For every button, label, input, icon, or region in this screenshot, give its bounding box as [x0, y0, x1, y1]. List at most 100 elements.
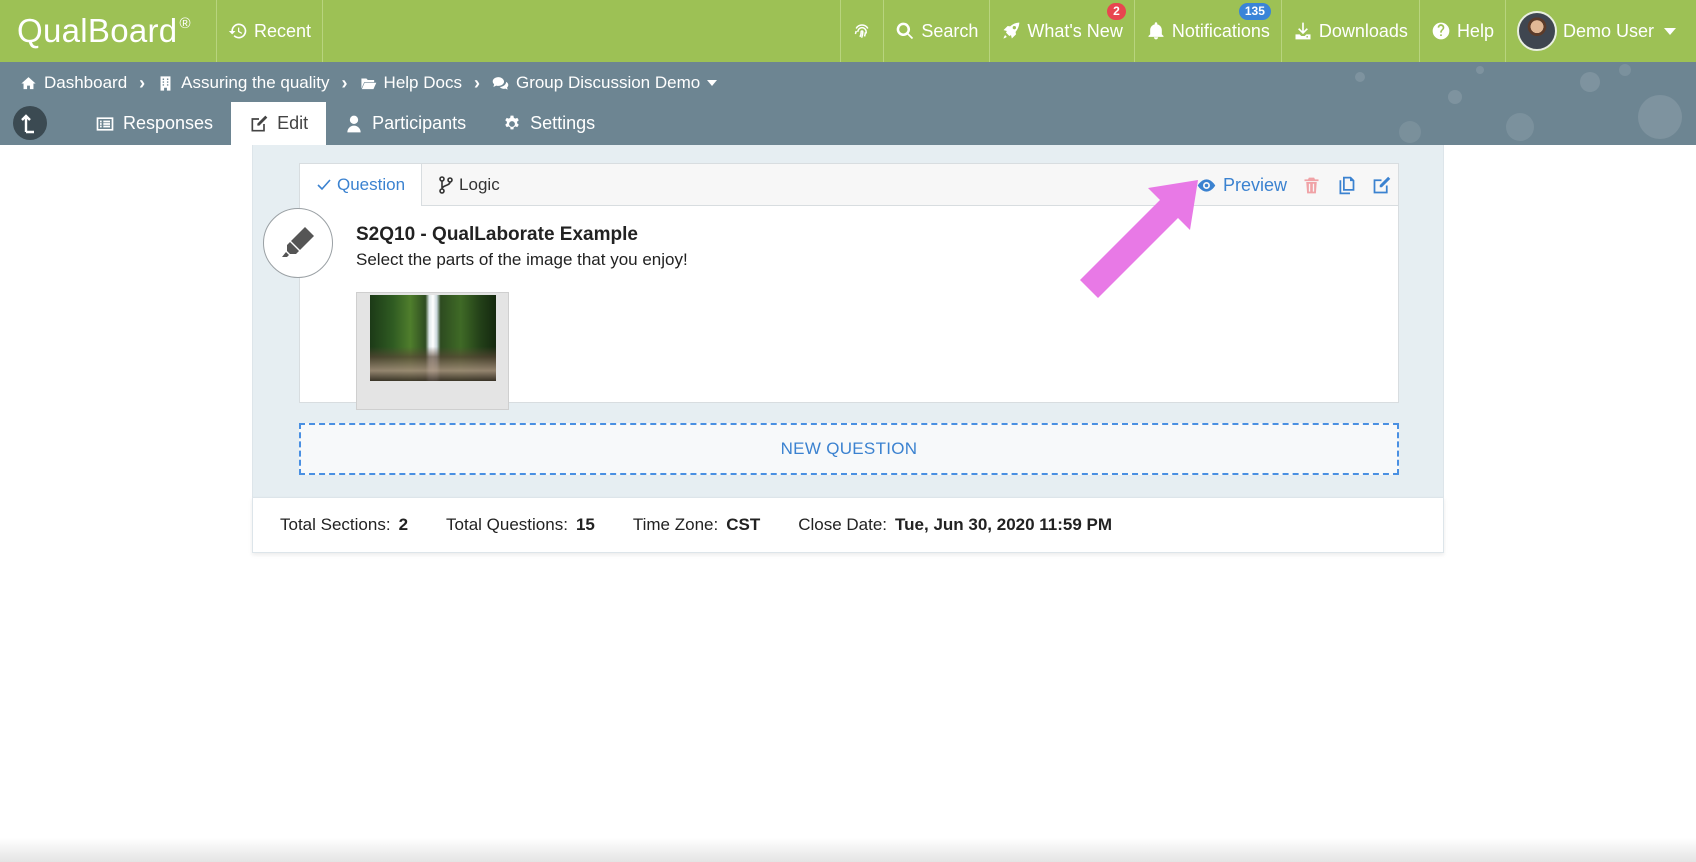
stat-label: Time Zone: [632, 515, 719, 534]
question-circle-icon [1431, 21, 1451, 41]
topbar-spacer [323, 0, 842, 62]
secondary-navbar: Dashboard › Assuring the quality › Help … [0, 62, 1696, 145]
downloads-label: Downloads [1318, 20, 1408, 41]
highlighter-icon [282, 227, 314, 257]
stat-sections: Total Sections: 2 [280, 515, 408, 535]
user-name: Demo User [1562, 20, 1654, 41]
question-actions: Preview [1196, 164, 1392, 206]
search-icon [895, 21, 915, 41]
home-icon [21, 76, 36, 89]
tab-label: Responses [123, 113, 214, 133]
trash-icon [1304, 177, 1319, 193]
history-icon [228, 21, 248, 41]
building-icon [160, 75, 171, 91]
brand-name: QualBoard [17, 12, 178, 49]
breadcrumb-label: Assuring the quality [181, 73, 330, 92]
notifications-badge: 135 [1238, 3, 1271, 20]
question-card: Question Logic Preview S2Q10 - QualLabor… [299, 163, 1399, 410]
waterfall-thumbnail [370, 295, 496, 381]
tab-label: Question [337, 175, 406, 194]
recent-button[interactable]: Recent [217, 0, 324, 62]
breadcrumb-label: Dashboard [44, 73, 128, 92]
caret-down-icon [707, 80, 718, 86]
preview-button[interactable]: Preview [1196, 175, 1287, 196]
folder-open-icon [360, 78, 376, 89]
whats-new-button[interactable]: What's New 2 [990, 0, 1135, 62]
stat-value: 15 [575, 515, 595, 534]
tab-edit[interactable]: Edit [231, 102, 327, 145]
stat-questions: Total Questions: 15 [446, 515, 595, 535]
whats-new-label: What's New [1027, 20, 1123, 41]
breadcrumb-label: Help Docs [383, 73, 462, 92]
fingerprint-button[interactable] [841, 0, 885, 62]
chevron-right-icon: › [139, 72, 146, 93]
section-tabs: Responses Edit Participants Settings [0, 102, 613, 145]
edit-question-button[interactable] [1371, 175, 1392, 196]
highlighter-question-type-icon [263, 208, 333, 278]
copy-button[interactable] [1336, 175, 1357, 196]
tab-logic[interactable]: Logic [422, 164, 516, 205]
search-button[interactable]: Search [884, 0, 991, 62]
delete-button[interactable] [1301, 175, 1322, 196]
question-image[interactable] [356, 292, 509, 410]
breadcrumb-folder[interactable]: Help Docs [360, 73, 462, 93]
bell-icon [1146, 21, 1166, 41]
list-alt-icon [96, 116, 114, 131]
breadcrumb-organization[interactable]: Assuring the quality [157, 73, 330, 93]
stat-label: Close Date: [798, 515, 888, 534]
whats-new-badge: 2 [1107, 3, 1126, 20]
top-navbar: QualBoard ® Recent Search What's New 2 No… [0, 0, 1696, 62]
edit-icon [1373, 176, 1391, 193]
breadcrumb-label: Group Discussion Demo [515, 73, 701, 92]
tab-label: Participants [372, 113, 467, 133]
help-button[interactable]: Help [1420, 0, 1506, 62]
edit-icon [251, 115, 268, 131]
download-icon [1293, 21, 1313, 41]
annotation-arrow-icon [1080, 180, 1198, 298]
new-question-button[interactable]: NEW QUESTION [299, 423, 1399, 475]
stat-value: Tue, Jun 30, 2020 11:59 PM [895, 515, 1113, 534]
fingerprint-icon [852, 21, 872, 41]
comments-icon [492, 76, 509, 90]
copy-icon [1339, 176, 1355, 194]
recent-label: Recent [254, 20, 312, 41]
question-title: S2Q10 - QualLaborate Example [356, 224, 638, 245]
tab-label: Edit [277, 113, 309, 133]
chevron-down-icon [1664, 27, 1676, 35]
stat-close-date: Close Date: Tue, Jun 30, 2020 11:59 PM [798, 515, 1112, 535]
new-question-label: NEW QUESTION [780, 439, 918, 458]
qualboard-logo[interactable]: QualBoard ® [0, 0, 217, 62]
tab-question[interactable]: Question [300, 164, 423, 206]
breadcrumb-dashboard[interactable]: Dashboard [20, 73, 127, 93]
chevron-right-icon: › [341, 72, 348, 93]
question-card-tabs: Question Logic Preview [300, 164, 1398, 206]
notifications-label: Notifications [1171, 20, 1270, 41]
tab-settings[interactable]: Settings [484, 102, 613, 145]
level-up-icon [21, 114, 34, 134]
breadcrumb: Dashboard › Assuring the quality › Help … [20, 70, 718, 96]
user-menu[interactable]: Demo User [1506, 0, 1696, 62]
code-branch-icon [439, 175, 453, 194]
breadcrumb-project-dropdown[interactable]: Group Discussion Demo [492, 73, 718, 93]
notifications-button[interactable]: Notifications 135 [1135, 0, 1282, 62]
stat-value: CST [726, 515, 761, 534]
stat-label: Total Sections: [280, 515, 391, 534]
check-icon [317, 179, 331, 191]
gear-icon [505, 115, 519, 129]
search-label: Search [921, 20, 979, 41]
editor-panel: Question Logic Preview S2Q10 - QualLabor… [252, 145, 1444, 497]
tab-responses[interactable]: Responses [77, 102, 231, 145]
tab-participants[interactable]: Participants [326, 102, 484, 145]
help-label: Help [1456, 20, 1494, 41]
preview-label: Preview [1222, 174, 1287, 195]
chevron-right-icon: › [473, 72, 480, 93]
stat-value: 2 [398, 515, 409, 534]
survey-stats-bar: Total Sections: 2 Total Questions: 15 Time… [252, 497, 1444, 553]
downloads-button[interactable]: Downloads [1282, 0, 1420, 62]
tab-label: Settings [530, 113, 596, 133]
stat-timezone: Time Zone: CST [633, 515, 760, 535]
tab-label: Logic [459, 174, 500, 194]
back-up-button[interactable] [13, 106, 47, 140]
user-icon [347, 115, 361, 132]
question-text: Select the parts of the image that you e… [356, 250, 688, 269]
